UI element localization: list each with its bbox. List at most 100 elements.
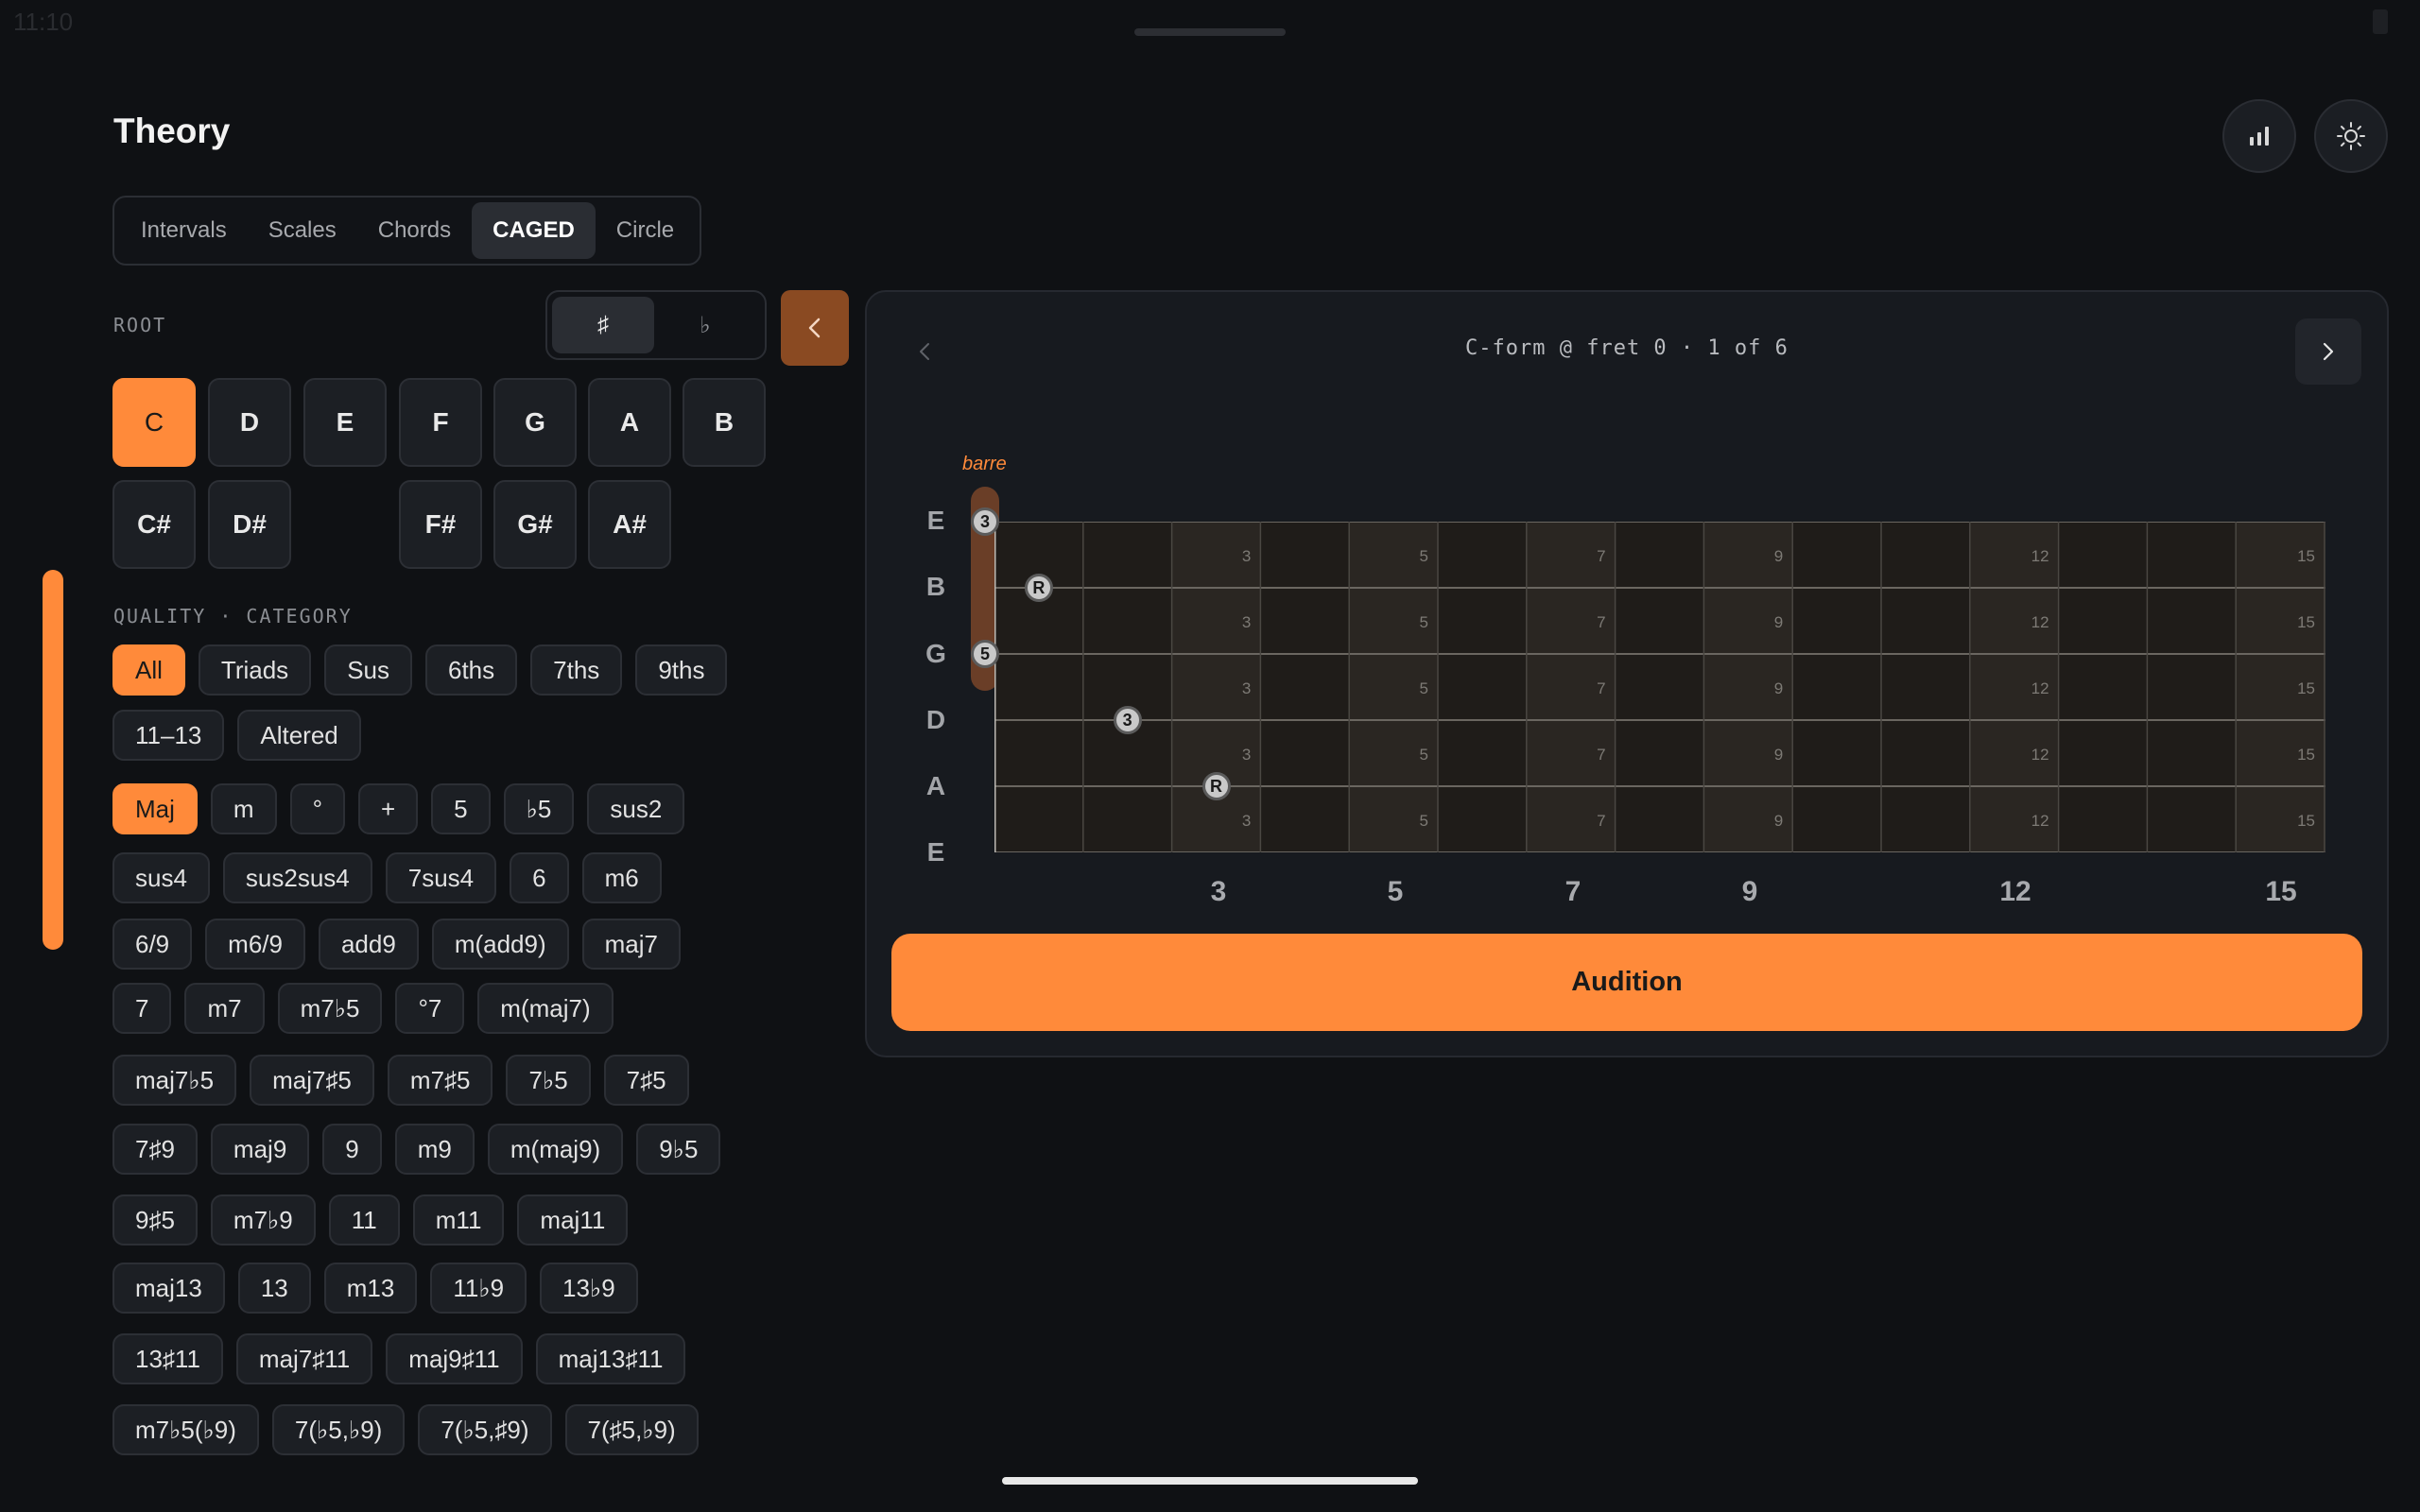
- note-dot[interactable]: 5: [971, 640, 999, 668]
- chord-chip[interactable]: Maj: [112, 783, 198, 834]
- flat-toggle[interactable]: ♭: [654, 297, 756, 353]
- chord-chip[interactable]: maj13: [112, 1263, 225, 1314]
- chord-chip[interactable]: 13♭9: [540, 1263, 638, 1314]
- chord-chip[interactable]: m7: [184, 983, 265, 1034]
- tab-intervals[interactable]: Intervals: [120, 202, 248, 259]
- note-dot[interactable]: R: [1024, 574, 1053, 602]
- top-drag-handle[interactable]: [1134, 28, 1286, 36]
- root-button-b[interactable]: B: [683, 378, 766, 467]
- note-dot[interactable]: 3: [971, 507, 999, 536]
- chord-chip[interactable]: maj9♯11: [386, 1333, 523, 1384]
- chord-chip[interactable]: m7♭5: [277, 983, 383, 1034]
- tab-chords[interactable]: Chords: [357, 202, 472, 259]
- chord-chip[interactable]: m9: [394, 1124, 475, 1175]
- chord-chip[interactable]: m(maj7): [477, 983, 614, 1034]
- tab-scales[interactable]: Scales: [248, 202, 357, 259]
- chord-chip[interactable]: add9: [318, 919, 419, 970]
- chord-chip[interactable]: °: [289, 783, 345, 834]
- root-button-f[interactable]: F: [399, 378, 482, 467]
- root-button-a-sharp[interactable]: A#: [588, 480, 671, 569]
- chord-chip[interactable]: sus2sus4: [222, 852, 372, 903]
- chord-chip[interactable]: 9♯5: [112, 1194, 198, 1246]
- chord-chip[interactable]: m: [210, 783, 277, 834]
- chord-chip[interactable]: m7♯5: [387, 1055, 493, 1106]
- chord-chip[interactable]: 6/9: [112, 919, 193, 970]
- chord-chip[interactable]: 7: [112, 983, 172, 1034]
- chord-chip[interactable]: °7: [395, 983, 465, 1034]
- chord-chip[interactable]: m6/9: [205, 919, 305, 970]
- sharp-toggle[interactable]: ♯: [552, 297, 654, 353]
- chord-chip[interactable]: 13: [237, 1263, 311, 1314]
- chord-chip[interactable]: 7(♯5,♭9): [564, 1404, 699, 1455]
- chord-chip[interactable]: 11♭9: [430, 1263, 527, 1314]
- audition-button[interactable]: Audition: [891, 934, 2362, 1031]
- chord-chip[interactable]: sus2: [587, 783, 685, 834]
- chord-chip[interactable]: 7♭5: [506, 1055, 591, 1106]
- fret-cell-number: 5: [1420, 613, 1428, 631]
- stats-button[interactable]: [2222, 99, 2296, 173]
- root-button-d[interactable]: D: [208, 378, 291, 467]
- root-button-c[interactable]: C: [112, 378, 196, 467]
- category-chip[interactable]: 11–13: [112, 710, 225, 761]
- category-chip[interactable]: All: [112, 644, 185, 696]
- tab-caged[interactable]: CAGED: [472, 202, 596, 259]
- chord-chip[interactable]: maj13♯11: [535, 1333, 686, 1384]
- chord-chip[interactable]: 6: [510, 852, 569, 903]
- theme-button[interactable]: [2314, 99, 2388, 173]
- chord-chip[interactable]: 7♯5: [603, 1055, 689, 1106]
- chord-chip[interactable]: maj9: [210, 1124, 310, 1175]
- chord-chip[interactable]: m(add9): [431, 919, 569, 970]
- fret-number: 9: [1741, 876, 1758, 907]
- chord-chip[interactable]: m11: [412, 1194, 505, 1246]
- chord-chip[interactable]: maj7♭5: [112, 1055, 237, 1106]
- chevron-left-icon: [920, 343, 929, 360]
- chord-chip[interactable]: 7sus4: [385, 852, 497, 903]
- chord-chip[interactable]: ♭5: [503, 783, 575, 834]
- chord-chip[interactable]: sus4: [112, 852, 210, 903]
- chord-row: Maj m ° +5 ♭5 sus2: [112, 783, 685, 834]
- chord-chip[interactable]: maj7♯5: [250, 1055, 374, 1106]
- category-chip[interactable]: 9ths: [635, 644, 728, 696]
- root-button-g[interactable]: G: [493, 378, 577, 467]
- category-chip[interactable]: Triads: [198, 644, 312, 696]
- chord-chip[interactable]: 9♭5: [636, 1124, 721, 1175]
- tab-circle[interactable]: Circle: [596, 202, 695, 259]
- chord-chip[interactable]: 13♯11: [112, 1333, 223, 1384]
- root-button-c-sharp[interactable]: C#: [112, 480, 196, 569]
- category-chip[interactable]: 7ths: [530, 644, 623, 696]
- category-chip[interactable]: 6ths: [425, 644, 518, 696]
- scroll-indicator[interactable]: [43, 570, 63, 950]
- root-button-g-sharp[interactable]: G#: [493, 480, 577, 569]
- root-button-e[interactable]: E: [303, 378, 387, 467]
- previous-shape-button[interactable]: [906, 323, 943, 380]
- chord-chip[interactable]: m7♭5(♭9): [112, 1404, 259, 1455]
- chord-chip[interactable]: 7♯9: [112, 1124, 198, 1175]
- next-shape-button[interactable]: [2295, 318, 2361, 385]
- root-button-f-sharp[interactable]: F#: [399, 480, 482, 569]
- string-label: E: [926, 506, 945, 535]
- chord-chip[interactable]: maj7: [581, 919, 681, 970]
- fret-cell-number: 5: [1420, 547, 1428, 565]
- chord-chip[interactable]: m7♭9: [210, 1194, 316, 1246]
- category-chip[interactable]: Altered: [237, 710, 361, 761]
- category-chip[interactable]: Sus: [324, 644, 412, 696]
- chord-chip[interactable]: 5: [431, 783, 491, 834]
- root-button-a[interactable]: A: [588, 378, 671, 467]
- chord-chip[interactable]: m13: [323, 1263, 418, 1314]
- fret-cell-number: 9: [1774, 613, 1783, 631]
- chord-chip[interactable]: m(maj9): [487, 1124, 624, 1175]
- chord-row: maj13 13 m13 11♭9 13♭9: [112, 1263, 638, 1314]
- collapse-panel-button[interactable]: [781, 290, 849, 366]
- note-dot[interactable]: 3: [1113, 706, 1142, 734]
- root-button-d-sharp[interactable]: D#: [208, 480, 291, 569]
- chord-chip[interactable]: maj11: [517, 1194, 629, 1246]
- note-dot[interactable]: R: [1201, 772, 1231, 800]
- chord-chip[interactable]: maj7♯11: [235, 1333, 373, 1384]
- chord-chip[interactable]: +: [357, 783, 419, 834]
- chord-chip[interactable]: 7(♭5,♯9): [418, 1404, 552, 1455]
- chord-chip[interactable]: 7(♭5,♭9): [271, 1404, 406, 1455]
- chord-chip[interactable]: m6: [581, 852, 662, 903]
- fret-number: 15: [2265, 876, 2297, 907]
- chord-chip[interactable]: 9: [322, 1124, 382, 1175]
- chord-chip[interactable]: 11: [328, 1194, 400, 1246]
